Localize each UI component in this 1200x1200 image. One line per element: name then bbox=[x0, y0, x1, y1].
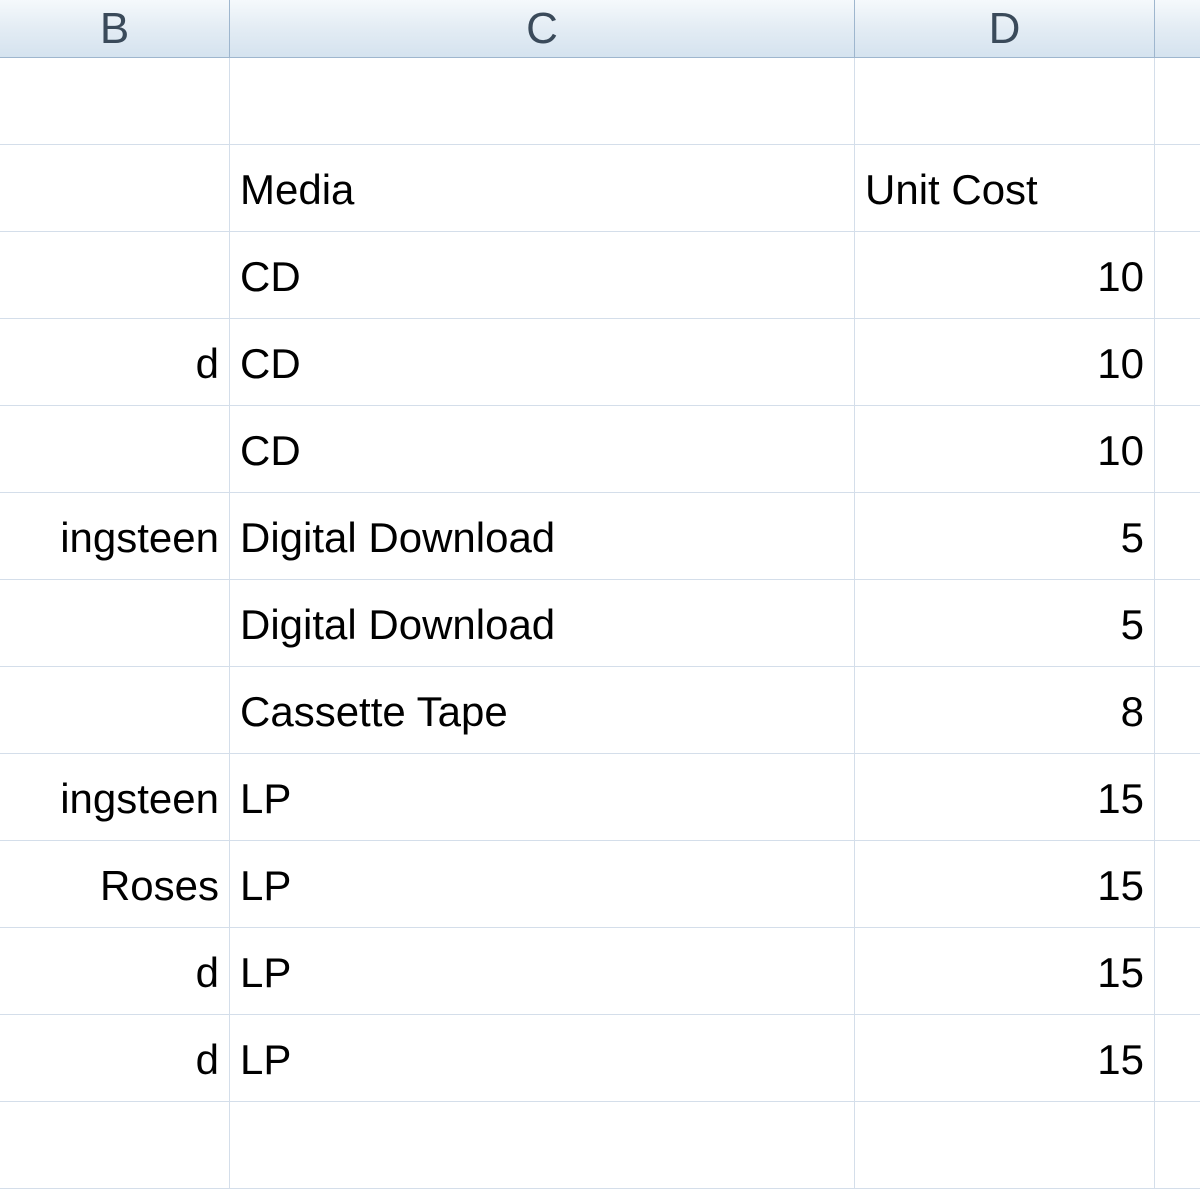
table-row bbox=[0, 58, 1200, 145]
column-header-row: B C D bbox=[0, 0, 1200, 58]
column-header-b[interactable]: B bbox=[0, 0, 230, 58]
cell[interactable] bbox=[1155, 841, 1200, 928]
cell[interactable] bbox=[855, 58, 1155, 145]
cell[interactable] bbox=[1155, 928, 1200, 1015]
cell[interactable] bbox=[855, 1102, 1155, 1189]
cell[interactable] bbox=[1155, 493, 1200, 580]
cell-media[interactable]: LP bbox=[230, 754, 855, 841]
table-row: Digital Download 5 bbox=[0, 580, 1200, 667]
cell-unit-cost[interactable]: 8 bbox=[855, 667, 1155, 754]
cell-unit-cost[interactable]: 10 bbox=[855, 232, 1155, 319]
cell[interactable] bbox=[230, 58, 855, 145]
cell[interactable] bbox=[0, 145, 230, 232]
cell-unit-cost[interactable]: 15 bbox=[855, 928, 1155, 1015]
cell[interactable]: d bbox=[0, 319, 230, 406]
table-row: ingsteen Digital Download 5 bbox=[0, 493, 1200, 580]
cell-media[interactable]: CD bbox=[230, 319, 855, 406]
cell[interactable] bbox=[1155, 580, 1200, 667]
table-header-row: Media Unit Cost bbox=[0, 145, 1200, 232]
cell[interactable] bbox=[0, 580, 230, 667]
cell-media[interactable]: LP bbox=[230, 841, 855, 928]
table-row bbox=[0, 1102, 1200, 1189]
cell[interactable] bbox=[1155, 406, 1200, 493]
header-media[interactable]: Media bbox=[230, 145, 855, 232]
cell[interactable] bbox=[1155, 1102, 1200, 1189]
cell[interactable]: ingsteen bbox=[0, 493, 230, 580]
cell[interactable] bbox=[0, 58, 230, 145]
cell-unit-cost[interactable]: 15 bbox=[855, 1015, 1155, 1102]
cell-unit-cost[interactable]: 10 bbox=[855, 406, 1155, 493]
cell-media[interactable]: Digital Download bbox=[230, 493, 855, 580]
cell-unit-cost[interactable]: 10 bbox=[855, 319, 1155, 406]
cell[interactable] bbox=[1155, 754, 1200, 841]
cell[interactable] bbox=[1155, 667, 1200, 754]
column-header-c[interactable]: C bbox=[230, 0, 855, 58]
cell[interactable] bbox=[1155, 1015, 1200, 1102]
table-row: Cassette Tape 8 bbox=[0, 667, 1200, 754]
cell-media[interactable]: Digital Download bbox=[230, 580, 855, 667]
cell[interactable] bbox=[0, 406, 230, 493]
cell-media[interactable]: LP bbox=[230, 928, 855, 1015]
cell[interactable] bbox=[230, 1102, 855, 1189]
column-header-d[interactable]: D bbox=[855, 0, 1155, 58]
cell[interactable]: ingsteen bbox=[0, 754, 230, 841]
header-unit-cost[interactable]: Unit Cost bbox=[855, 145, 1155, 232]
cell[interactable]: d bbox=[0, 928, 230, 1015]
cell-unit-cost[interactable]: 15 bbox=[855, 841, 1155, 928]
cell-unit-cost[interactable]: 5 bbox=[855, 493, 1155, 580]
table-row: Roses LP 15 bbox=[0, 841, 1200, 928]
table-row: ingsteen LP 15 bbox=[0, 754, 1200, 841]
cell[interactable]: Roses bbox=[0, 841, 230, 928]
cell[interactable] bbox=[1155, 58, 1200, 145]
cell-media[interactable]: LP bbox=[230, 1015, 855, 1102]
table-row: d CD 10 bbox=[0, 319, 1200, 406]
table-row: CD 10 bbox=[0, 232, 1200, 319]
table-row: d LP 15 bbox=[0, 928, 1200, 1015]
cell[interactable] bbox=[1155, 145, 1200, 232]
cell-media[interactable]: CD bbox=[230, 232, 855, 319]
cell[interactable] bbox=[0, 667, 230, 754]
cell-media[interactable]: CD bbox=[230, 406, 855, 493]
table-row: d LP 15 bbox=[0, 1015, 1200, 1102]
cell-unit-cost[interactable]: 15 bbox=[855, 754, 1155, 841]
cell[interactable] bbox=[0, 232, 230, 319]
spreadsheet-grid[interactable]: B C D Media Unit Cost CD 10 d CD 10 CD 1… bbox=[0, 0, 1200, 1200]
table-row: CD 10 bbox=[0, 406, 1200, 493]
cell[interactable] bbox=[0, 1102, 230, 1189]
cell-media[interactable]: Cassette Tape bbox=[230, 667, 855, 754]
cell[interactable]: d bbox=[0, 1015, 230, 1102]
column-header-e[interactable] bbox=[1155, 0, 1200, 58]
cell-unit-cost[interactable]: 5 bbox=[855, 580, 1155, 667]
cell[interactable] bbox=[1155, 319, 1200, 406]
cell[interactable] bbox=[1155, 232, 1200, 319]
